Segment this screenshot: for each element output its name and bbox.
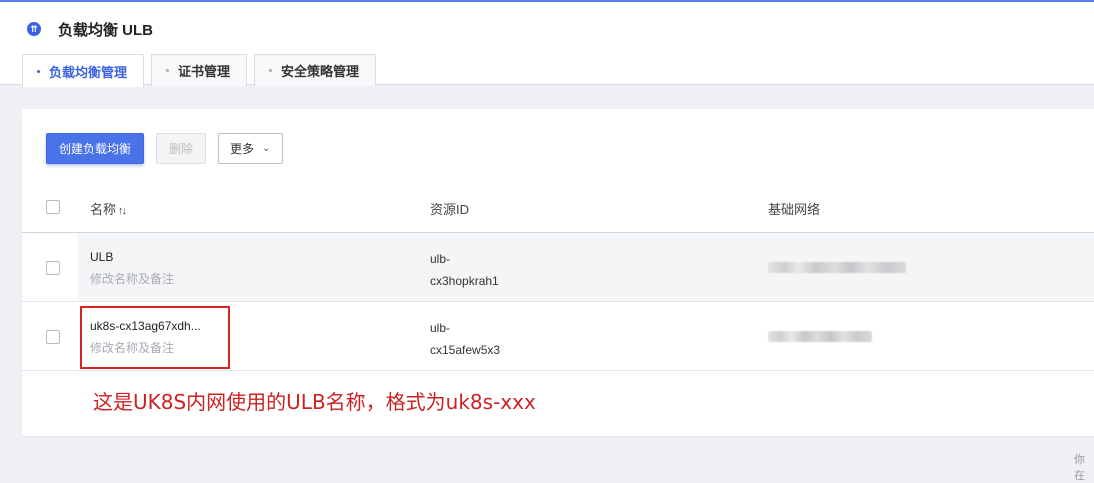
more-dropdown-button[interactable]: 更多 ⌄ (218, 133, 284, 164)
tab-label: 负载均衡管理 (49, 64, 128, 80)
row-checkbox-cell (22, 233, 78, 301)
tab-dot-icon (166, 69, 170, 72)
name-cell: ULB 修改名称及备注 (90, 248, 174, 288)
chevron-down-icon: ⌄ (262, 143, 271, 154)
column-header-name[interactable]: 名称 ↑↓ (90, 199, 127, 218)
tab-ulb-management[interactable]: 负载均衡管理 (22, 54, 145, 87)
ulb-list-card: 创建负载均衡 删除 更多 ⌄ 名称 ↑↓ 资源ID 基础网络 ULB 修改名称及备… (22, 109, 1094, 436)
header-checkbox-cell (22, 181, 78, 232)
tab-label: 安全策略管理 (281, 64, 360, 79)
resource-id-line1: ulb- (430, 252, 451, 266)
resource-id-line2: cx15afew5x3 (430, 343, 501, 357)
table-header: 名称 ↑↓ 资源ID 基础网络 (22, 181, 1094, 233)
redacted-network (768, 262, 906, 273)
highlight-box (80, 306, 230, 369)
resource-id-cell: ulb- cx15afew5x3 (430, 317, 500, 361)
tab-certificate-management[interactable]: 证书管理 (151, 54, 248, 86)
row-checkbox-cell (22, 302, 78, 370)
row-checkbox[interactable] (46, 330, 60, 344)
tab-security-policy-management[interactable]: 安全策略管理 (254, 54, 377, 86)
create-ulb-button[interactable]: 创建负载均衡 (46, 133, 145, 164)
toolbar: 创建负载均衡 删除 更多 ⌄ (46, 133, 284, 164)
row-checkbox[interactable] (46, 261, 60, 275)
ulb-name: ULB (90, 250, 114, 264)
page-title: 负载均衡 ULB (58, 22, 153, 39)
annotation-text: 这是UK8S内网使用的ULB名称，格式为uk8s-xxx (93, 390, 536, 414)
page-header: ⇈ 负载均衡 ULB 负载均衡管理 证书管理 安全策略管理 (0, 2, 1094, 87)
tab-label: 证书管理 (178, 64, 231, 79)
redacted-network (768, 331, 872, 342)
tab-bar: 负载均衡管理 证书管理 安全策略管理 (22, 54, 377, 87)
more-label: 更多 (230, 142, 255, 156)
edit-name-link[interactable]: 修改名称及备注 (90, 270, 174, 288)
column-name-label: 名称 (90, 202, 117, 217)
resource-id-cell: ulb- cx3hopkrah1 (430, 248, 499, 292)
table-row[interactable]: ULB 修改名称及备注 ulb- cx3hopkrah1 (22, 233, 1094, 302)
resource-id-line1: ulb- (430, 321, 451, 335)
column-header-resource-id: 资源ID (430, 202, 470, 217)
delete-button[interactable]: 删除 (156, 133, 207, 164)
ulb-logo-icon: ⇈ (27, 22, 41, 36)
tab-dot-icon (269, 69, 273, 72)
select-all-checkbox[interactable] (46, 200, 60, 214)
column-header-basic-network: 基础网络 (768, 202, 821, 217)
tab-dot-icon (37, 69, 40, 73)
sort-icon[interactable]: ↑↓ (118, 205, 127, 217)
resource-id-line2: cx3hopkrah1 (430, 274, 499, 288)
corner-text: 你在 (1074, 454, 1085, 482)
